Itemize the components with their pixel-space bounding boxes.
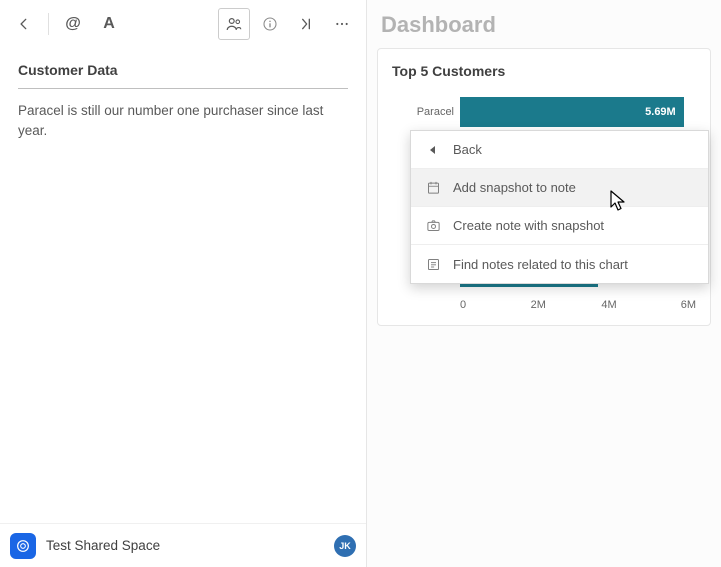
space-icon[interactable] [10, 533, 36, 559]
context-menu-back[interactable]: Back [411, 131, 708, 169]
note-body[interactable]: Paracel is still our number one purchase… [18, 101, 348, 142]
back-button[interactable] [8, 8, 40, 40]
note-area: Customer Data Paracel is still our numbe… [0, 48, 366, 567]
context-menu-label: Find notes related to this chart [453, 257, 628, 272]
info-icon [262, 16, 278, 32]
avatar[interactable]: JK [334, 535, 356, 557]
toolbar-separator [48, 13, 49, 35]
chart-row-label: Paracel [392, 106, 460, 118]
chart-x-axis: 0 2M 4M 6M [460, 299, 696, 311]
chart-title: Top 5 Customers [392, 63, 696, 79]
note-pane: @ A Customer Data Paracel is still our n… [0, 0, 367, 567]
notes-list-icon [425, 256, 441, 272]
people-icon [225, 15, 243, 33]
footer: Test Shared Space JK [0, 523, 366, 567]
x-tick: 2M [531, 299, 602, 311]
space-glyph-icon [15, 538, 31, 554]
back-triangle-icon [425, 142, 441, 158]
context-menu-add-snapshot[interactable]: Add snapshot to note [411, 169, 708, 207]
collapse-right-icon [298, 16, 314, 32]
context-menu-label: Add snapshot to note [453, 180, 576, 195]
context-menu-label: Create note with snapshot [453, 218, 604, 233]
x-tick: 4M [601, 299, 672, 311]
text-style-button[interactable]: A [93, 8, 125, 40]
info-button[interactable] [254, 8, 286, 40]
collapse-button[interactable] [290, 8, 322, 40]
note-title[interactable]: Customer Data [18, 56, 348, 89]
chart-bar[interactable]: 5.69M [460, 97, 684, 127]
more-horizontal-icon [334, 16, 350, 32]
chevron-left-icon [17, 17, 31, 31]
x-tick: 6M [672, 299, 696, 311]
chart-row: Paracel 5.69M [392, 93, 696, 131]
context-menu: Back Add snapshot to note Create note wi… [410, 130, 709, 284]
note-toolbar: @ A [0, 0, 366, 48]
space-name[interactable]: Test Shared Space [46, 538, 324, 553]
x-tick: 0 [460, 299, 531, 311]
mention-button[interactable]: @ [57, 8, 89, 40]
dashboard-title: Dashboard [367, 0, 721, 48]
context-menu-label: Back [453, 142, 482, 157]
context-menu-create-note[interactable]: Create note with snapshot [411, 207, 708, 245]
context-menu-find-notes[interactable]: Find notes related to this chart [411, 245, 708, 283]
snapshot-note-icon [425, 180, 441, 196]
camera-icon [425, 218, 441, 234]
collaborators-button[interactable] [218, 8, 250, 40]
more-button[interactable] [326, 8, 358, 40]
